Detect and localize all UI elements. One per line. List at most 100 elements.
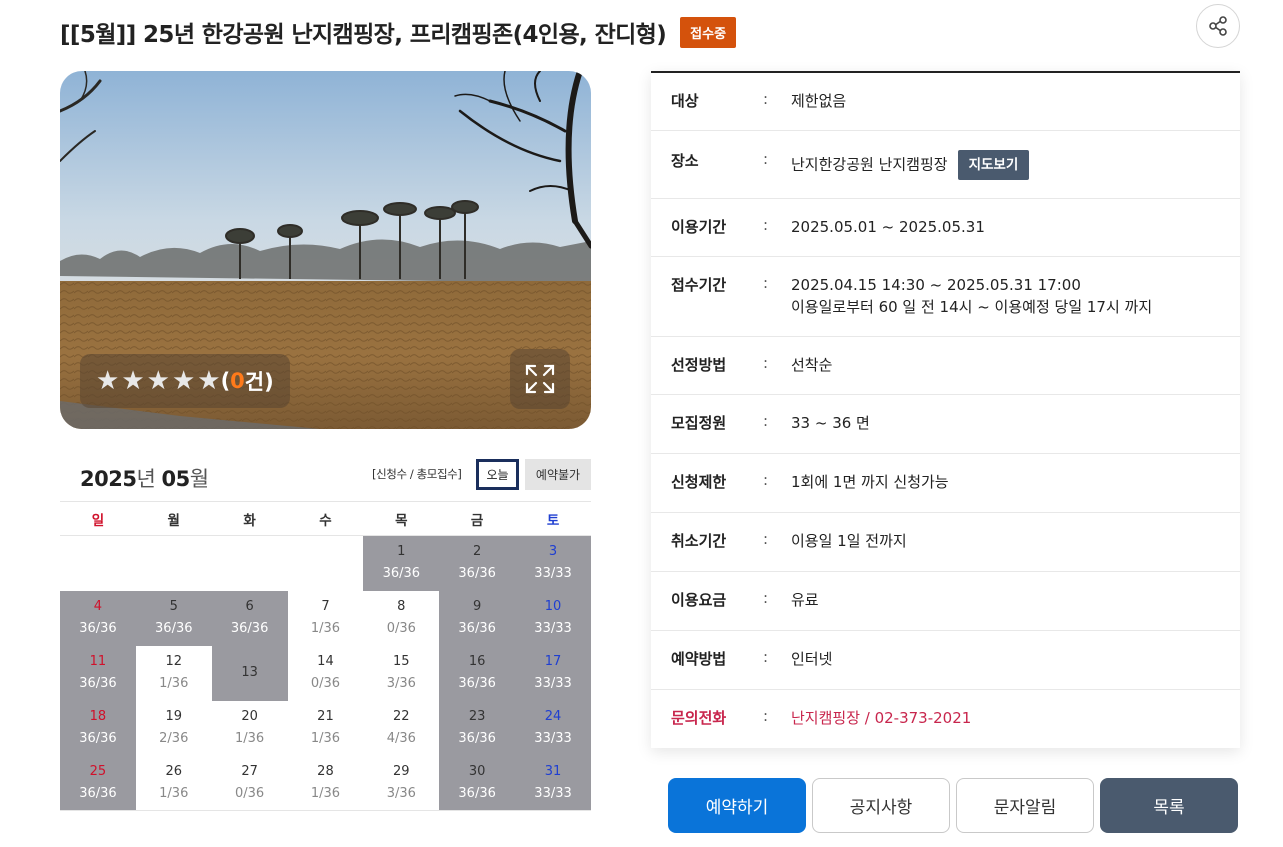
day-count: 33/33 [534,785,572,801]
info-value-text-2: 이용일로부터 60 일 전 14시 ~ 이용예정 당일 17시 까지 [791,298,1153,316]
calendar-day[interactable]: 19 2/36 [136,701,212,756]
calendar-day[interactable]: 22 4/36 [363,701,439,756]
month-unit: 월 [189,467,209,491]
day-number: 29 [393,763,410,779]
info-separator: : [763,150,769,168]
list-button[interactable]: 목록 [1100,778,1238,833]
calendar-day[interactable]: 26 1/36 [135,755,212,811]
calendar-empty-cell [288,536,364,591]
day-number: 26 [165,763,183,779]
sms-alert-button[interactable]: 문자알림 [956,778,1094,833]
info-value-text: 2025.05.01 ~ 2025.05.31 [791,218,985,236]
day-count: 36/36 [79,731,117,746]
status-badge: 접수중 [680,16,737,48]
day-count: 1/36 [235,731,265,746]
weekday-header: 금 [439,501,516,536]
info-value-text: 선착순 [791,356,833,374]
weekday-header: 일 [60,501,136,536]
day-number: 21 [317,709,334,724]
day-count: 36/36 [155,621,193,636]
info-label: 선정방법 [671,356,727,374]
expand-button[interactable] [510,349,570,409]
weekday-header: 목 [363,501,440,536]
calendar-body: 1 36/36 2 36/36 3 33/33 4 36/36 5 36/36 6 36/36 7 1/3… [60,535,591,811]
day-number: 27 [241,763,258,779]
info-value: 33 ~ 36 면 [791,412,870,434]
day-count: 36/36 [79,676,117,691]
calendar-day[interactable]: 20 1/36 [212,701,288,756]
day-count: 36/36 [458,621,496,636]
calendar-legend: [신청수 / 총모집수] [372,467,462,481]
calendar-day[interactable]: 7 1/36 [288,591,364,646]
day-count: 1/36 [310,785,341,801]
info-value: 이용일 1일 전까지 [791,530,907,552]
calendar-month-number: 05 [161,467,190,491]
info-label: 모집정원 [671,414,727,432]
calendar-day[interactable]: 14 0/36 [288,646,364,701]
info-label: 접수기간 [671,276,727,294]
rating-badge: ★ ★ ★ ★ ★ (0 건) [80,354,290,408]
info-row: 선정방법: 선착순 [651,337,1240,395]
calendar-day[interactable]: 28 1/36 [287,755,364,811]
day-count: 1/36 [310,731,341,746]
day-count: 33/33 [534,566,572,582]
calendar-day: 16 36/36 [439,645,516,701]
calendar-year: 2025 [80,467,137,491]
info-value: 1회에 1면 까지 신청가능 [791,471,949,493]
day-number: 24 [544,709,562,724]
day-number: 14 [317,654,334,669]
calendar-day: 5 36/36 [135,590,212,646]
calendar-day[interactable]: 8 0/36 [363,591,439,646]
weekday-header: 수 [287,501,364,536]
info-label: 취소기간 [671,532,727,550]
calendar-day[interactable]: 29 3/36 [363,755,440,811]
calendar-week: 25 36/36 26 1/36 27 0/36 28 1/36 29 3/36 30 36/36 31… [60,755,591,811]
day-number: 31 [544,763,562,779]
info-value-text: 난지한강공원 난지캠핑장 [791,155,948,174]
share-icon [1209,16,1227,36]
calendar-day[interactable]: 12 1/36 [136,646,212,701]
day-count: 36/36 [458,566,496,582]
today-button[interactable]: 오늘 [476,459,519,490]
info-value: 선착순 [791,354,832,376]
calendar-empty-cell [212,536,288,591]
calendar-week: 11 36/36 12 1/36 13 14 0/36 15 3/36 16 36/36 17 33/3… [60,645,591,701]
share-button[interactable] [1196,4,1240,48]
info-label: 문의전화 [671,709,727,727]
rating-count: 0 [230,369,245,393]
day-count: 33/33 [534,676,572,691]
campsite-photo[interactable]: ★ ★ ★ ★ ★ (0 건) [60,71,591,429]
info-separator: : [763,216,769,234]
info-row: 문의전화: 난지캠핑장 / 02-373-2021 [651,690,1240,748]
day-number: 6 [245,599,254,614]
info-label: 예약방법 [671,650,727,668]
calendar-day: 31 33/33 [515,755,591,811]
view-map-button[interactable]: 지도보기 [957,150,1030,180]
info-row: 이용요금: 유료 [651,572,1240,631]
info-separator: : [763,707,769,725]
calendar-day[interactable]: 27 0/36 [211,755,288,811]
rating-suffix: 건) [244,370,274,394]
star-icon: ★ [96,366,120,396]
day-count: 1/36 [159,676,189,691]
day-number: 17 [544,654,562,669]
reserve-button[interactable]: 예약하기 [668,778,806,833]
notice-button[interactable]: 공지사항 [812,778,950,833]
info-row: 예약방법: 인터넷 [651,631,1240,690]
day-count: 2/36 [159,731,189,746]
calendar-day: 6 36/36 [211,590,288,646]
info-value: 난지한강공원 난지캠핑장 지도보기 [791,150,1030,180]
calendar-day: 1 36/36 [363,535,440,591]
day-number: 9 [473,599,482,614]
info-value: 유료 [791,589,819,611]
day-count: 1/36 [310,621,341,636]
calendar-day: 11 36/36 [60,645,136,701]
info-label: 신청제한 [671,473,727,491]
calendar-day[interactable]: 21 1/36 [288,701,364,756]
day-count: 0/36 [386,621,416,636]
calendar-day[interactable]: 15 3/36 [363,646,439,701]
day-count: 3/36 [386,785,416,801]
calendar-week: 4 36/36 5 36/36 6 36/36 7 1/36 8 0/36 9 36/36 10 33/3… [60,590,591,646]
title-row: [[5월]] 25년 한강공원 난지캠핑장, 프리캠핑존(4인용, 잔디형) 접… [60,12,737,52]
expand-icon [525,364,555,394]
